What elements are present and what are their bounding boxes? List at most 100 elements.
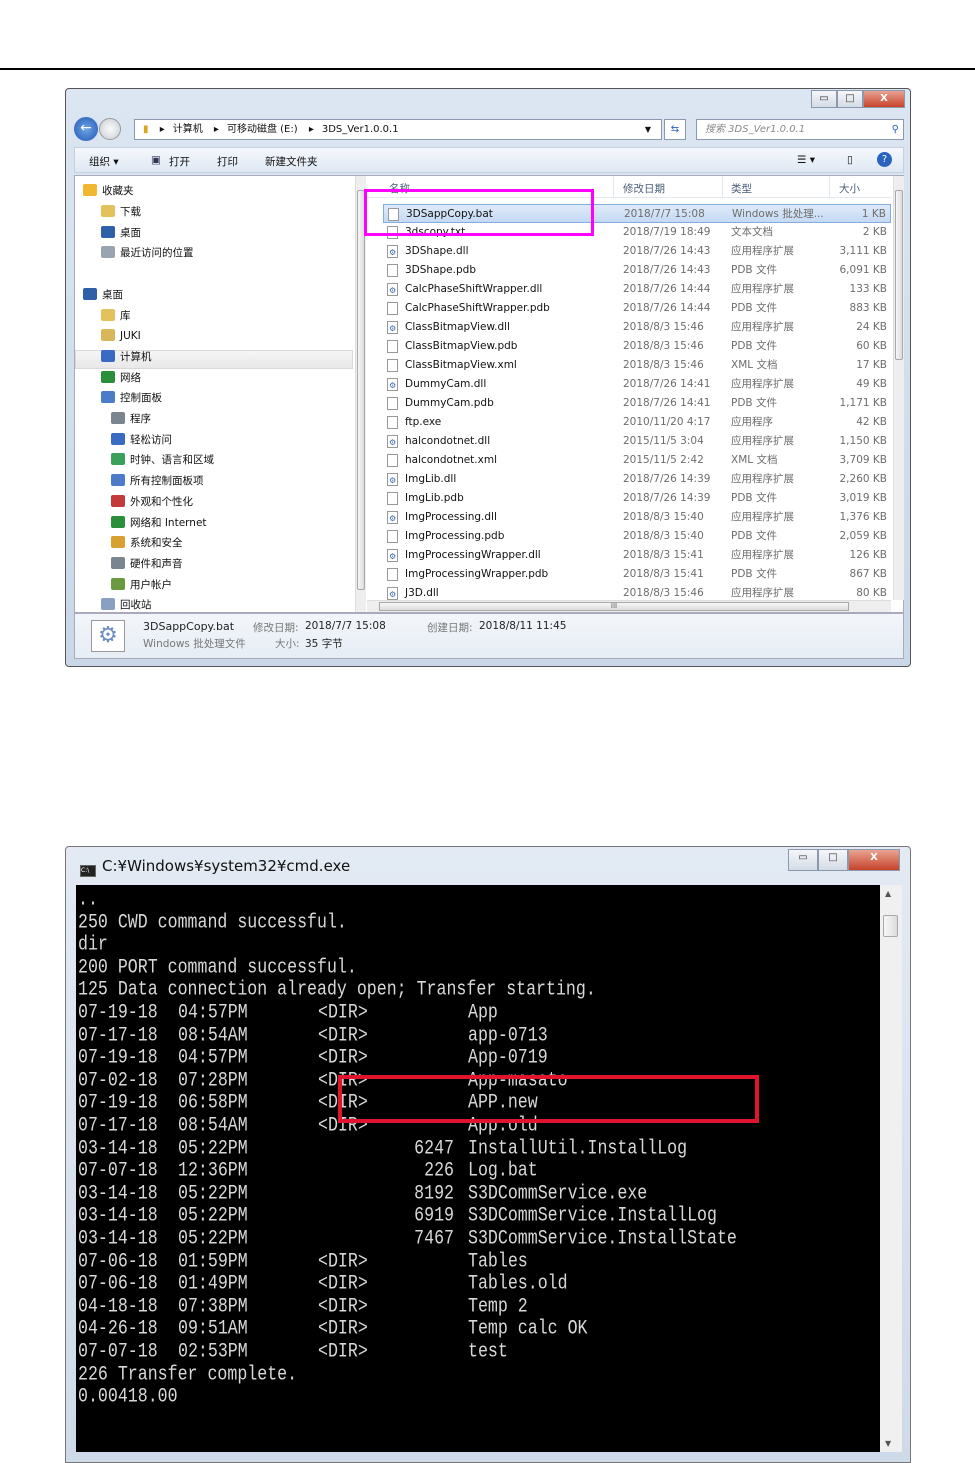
nav-item[interactable]: 计算机: [101, 348, 152, 367]
file-row[interactable]: ImgLib.pdb 2018/7/26 14:39 PDB 文件 3,019 KB: [383, 489, 891, 508]
search-icon[interactable]: ⚲: [892, 120, 899, 139]
maximize-button[interactable]: □: [818, 849, 848, 871]
nav-item-icon: [101, 350, 115, 362]
view-options-icon[interactable]: ☰ ▾: [797, 154, 815, 166]
entry-date: 03-14-18: [78, 1180, 158, 1205]
search-input[interactable]: 搜索 3DS_Ver1.0.0.1 ⚲: [696, 119, 904, 140]
nav-item[interactable]: 收藏夹: [83, 182, 134, 201]
file-date: 2018/8/3 15:46: [623, 321, 704, 333]
nav-item[interactable]: 程序: [111, 410, 151, 429]
entry-date: 07-19-18: [78, 1090, 158, 1115]
file-row[interactable]: 3DShape.pdb 2018/7/26 14:43 PDB 文件 6,091 KB: [383, 261, 891, 280]
maximize-button[interactable]: □: [837, 90, 863, 108]
close-button[interactable]: X: [848, 849, 900, 871]
nav-item[interactable]: 时钟、语言和区域: [111, 451, 214, 470]
nav-item-label: 时钟、语言和区域: [130, 454, 214, 466]
entry-name: test: [468, 1339, 508, 1363]
file-row[interactable]: DummyCam.pdb 2018/7/26 14:41 PDB 文件 1,171 K…: [383, 394, 891, 413]
nav-item[interactable]: 桌面: [101, 224, 141, 243]
breadcrumb-folder[interactable]: 3DS_Ver1.0.0.1: [322, 124, 399, 135]
close-button[interactable]: X: [863, 90, 905, 108]
column-size[interactable]: 大小: [839, 181, 860, 196]
nav-item[interactable]: 系统和安全: [111, 534, 183, 553]
file-row[interactable]: ImgProcessingWrapper.pdb 2018/8/3 15:41 PD…: [383, 565, 891, 584]
file-type: 应用程序扩展: [731, 473, 794, 485]
file-date: 2018/8/3 15:46: [623, 359, 704, 371]
file-row[interactable]: halcondotnet.xml 2015/11/5 2:42 XML 文档 3,70…: [383, 451, 891, 470]
nav-item[interactable]: 外观和个性化: [111, 493, 193, 512]
file-row[interactable]: ftp.exe 2010/11/20 4:17 应用程序 42 KB: [383, 413, 891, 432]
entry-date: 07-06-18: [78, 1248, 158, 1273]
file-row[interactable]: ImgLib.dll 2018/7/26 14:39 应用程序扩展 2,260 KB: [383, 470, 891, 490]
nav-item[interactable]: 网络和 Internet: [111, 514, 207, 533]
scroll-down-icon[interactable]: ▼: [885, 1439, 891, 1448]
file-row[interactable]: ClassBitmapView.xml 2018/8/3 15:46 XML 文档 1…: [383, 356, 891, 375]
nav-item[interactable]: 用户帐户: [111, 576, 172, 595]
column-type[interactable]: 类型: [731, 181, 752, 196]
breadcrumb-drive[interactable]: 可移动磁盘 (E:): [227, 124, 298, 135]
cmd-icon: C:\: [80, 865, 96, 877]
back-button[interactable]: ←: [74, 117, 98, 141]
file-row[interactable]: ImgProcessing.dll 2018/8/3 15:40 应用程序扩展 1,3…: [383, 508, 891, 528]
file-size: 2 KB: [862, 226, 887, 238]
entry-date: 07-02-18: [78, 1067, 158, 1092]
entry-dir: <DIR>: [318, 1271, 368, 1295]
open-button[interactable]: 打开: [169, 154, 190, 169]
print-button[interactable]: 打印: [217, 154, 238, 169]
scroll-up-icon[interactable]: ▲: [885, 889, 891, 898]
new-folder-button[interactable]: 新建文件夹: [265, 154, 318, 169]
nav-item[interactable]: 库: [101, 307, 131, 326]
file-row[interactable]: halcondotnet.dll 2015/11/5 3:04 应用程序扩展 1,15…: [383, 432, 891, 452]
nav-item[interactable]: 所有控制面板项: [111, 472, 204, 491]
nav-item[interactable]: 下载: [101, 203, 141, 222]
nav-item[interactable]: 桌面: [83, 286, 123, 305]
file-file-icon: [387, 264, 398, 277]
preview-pane-icon[interactable]: ▯: [847, 154, 853, 166]
organize-button[interactable]: 组织 ▾: [89, 154, 119, 169]
forward-button[interactable]: [99, 118, 121, 140]
nav-item[interactable]: 硬件和声音: [111, 555, 183, 574]
nav-item[interactable]: 网络: [101, 369, 141, 388]
breadcrumb-computer[interactable]: 计算机: [173, 124, 203, 135]
file-row[interactable]: ImgProcessingWrapper.dll 2018/8/3 15:41 应用…: [383, 546, 891, 566]
nav-scrollbar[interactable]: [355, 176, 366, 612]
file-row[interactable]: ClassBitmapView.dll 2018/8/3 15:46 应用程序扩展 2…: [383, 318, 891, 338]
nav-item-icon: [111, 536, 125, 548]
file-date: 2018/7/26 14:41: [623, 378, 711, 390]
page-header-rule: [0, 68, 975, 70]
nav-item[interactable]: JUKI: [101, 327, 141, 346]
nav-item[interactable]: 控制面板: [101, 389, 162, 408]
nav-item-icon: [101, 309, 115, 321]
nav-item[interactable]: 回收站: [101, 596, 152, 612]
file-row[interactable]: ImgProcessing.pdb 2018/8/3 15:40 PDB 文件 2,0…: [383, 527, 891, 546]
nav-item[interactable]: 最近访问的位置: [101, 244, 194, 263]
chevron-down-icon[interactable]: ▼: [645, 120, 651, 139]
open-icon: ▣: [151, 154, 161, 166]
help-icon[interactable]: ?: [877, 152, 892, 167]
nav-item-label: 外观和个性化: [130, 496, 193, 508]
file-size: 2,059 KB: [839, 530, 888, 542]
column-date[interactable]: 修改日期: [623, 181, 665, 196]
file-row[interactable]: CalcPhaseShiftWrapper.pdb 2018/7/26 14:44…: [383, 299, 891, 318]
refresh-icon[interactable]: ⇆: [664, 119, 686, 140]
horizontal-scrollbar[interactable]: III: [367, 600, 891, 612]
minimize-button[interactable]: ▭: [811, 90, 837, 108]
size-label: 大小:: [275, 638, 300, 650]
file-row[interactable]: DummyCam.dll 2018/7/26 14:41 应用程序扩展 49 KB: [383, 375, 891, 395]
breadcrumb-sep: ▸: [213, 124, 219, 135]
entry-time: 04:57PM: [178, 1000, 248, 1024]
file-row[interactable]: 3DShape.dll 2018/7/26 14:43 应用程序扩展 3,111 KB: [383, 242, 891, 262]
address-bar[interactable]: ▮ ▸ 计算机 ▸ 可移动磁盘 (E:) ▸ 3DS_Ver1.0.0.1 ▼: [134, 119, 662, 140]
file-name: ftp.exe: [405, 416, 442, 428]
file-name: 3DShape.pdb: [405, 264, 476, 276]
file-size: 3,111 KB: [839, 245, 888, 257]
minimize-button[interactable]: ▭: [788, 849, 818, 871]
file-list-scrollbar[interactable]: [893, 176, 904, 600]
file-type: 应用程序扩展: [731, 511, 794, 523]
file-list: 名称 修改日期 类型 大小 3DSappCopy.bat 2018/7/7 15:…: [367, 176, 891, 602]
file-row[interactable]: CalcPhaseShiftWrapper.dll 2018/7/26 14:44…: [383, 280, 891, 300]
nav-item[interactable]: 轻松访问: [111, 431, 172, 450]
modified-label: 修改日期:: [253, 622, 299, 634]
file-row[interactable]: ClassBitmapView.pdb 2018/8/3 15:46 PDB 文件 6…: [383, 337, 891, 356]
entry-time: 06:58PM: [178, 1090, 248, 1115]
